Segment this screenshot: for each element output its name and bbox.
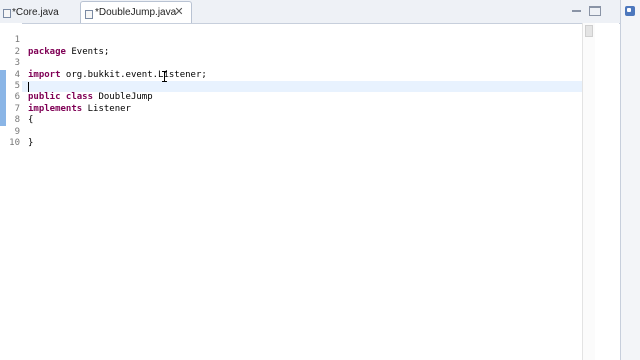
right-side-panel [620, 0, 640, 360]
text-caret [28, 82, 29, 92]
line-number: 3 [14, 58, 20, 69]
java-file-icon [85, 10, 93, 19]
code-editor[interactable]: 1 package Events; 2 3 import org.bukkit.… [9, 23, 582, 360]
java-file-icon [3, 9, 11, 18]
code-line-8: 8 [15, 104, 582, 125]
tab-label: *Core.java [12, 7, 59, 18]
code-line-5: 5 public class DoubleJump [15, 70, 582, 102]
line-number: 2 [14, 46, 20, 57]
maximize-button[interactable] [589, 6, 601, 16]
line-number: 9 [14, 126, 20, 137]
line-number: 4 [14, 69, 20, 80]
tab-label: *DoubleJump.java [95, 7, 177, 18]
editor-tab-bar: *Core.java *DoubleJump.java ✕ [0, 0, 620, 24]
code-line-4: 4 [15, 58, 582, 80]
overview-ruler [595, 23, 619, 360]
code-line-7: 7 { [15, 92, 582, 125]
mouse-ibeam-cursor [162, 71, 168, 82]
line-number: 7 [14, 103, 20, 114]
outline-view-icon[interactable] [625, 6, 635, 16]
code-line-2: 2 [15, 35, 582, 57]
code-line-1: 1 package Events; [15, 24, 582, 56]
line-number: 6 [14, 92, 20, 103]
vertical-scrollbar[interactable] [582, 23, 595, 360]
line-number: 8 [14, 115, 20, 126]
code-line-9: 9 } [15, 115, 582, 148]
line-number: 5 [14, 81, 20, 91]
minimize-button[interactable] [571, 6, 583, 16]
code-line-10: 10 [9, 127, 582, 148]
tab-core-java[interactable]: *Core.java [0, 2, 76, 23]
code-line-3: 3 import org.bukkit.event.Listener; [15, 47, 582, 79]
line-number: 10 [9, 138, 20, 148]
scrollbar-thumb[interactable] [585, 25, 593, 37]
close-icon[interactable]: ✕ [173, 6, 185, 18]
code-line-6-current: 6 implements Listener [15, 81, 582, 114]
tab-doublejump-java[interactable]: *DoubleJump.java ✕ [80, 1, 192, 23]
line-number: 1 [14, 35, 20, 46]
